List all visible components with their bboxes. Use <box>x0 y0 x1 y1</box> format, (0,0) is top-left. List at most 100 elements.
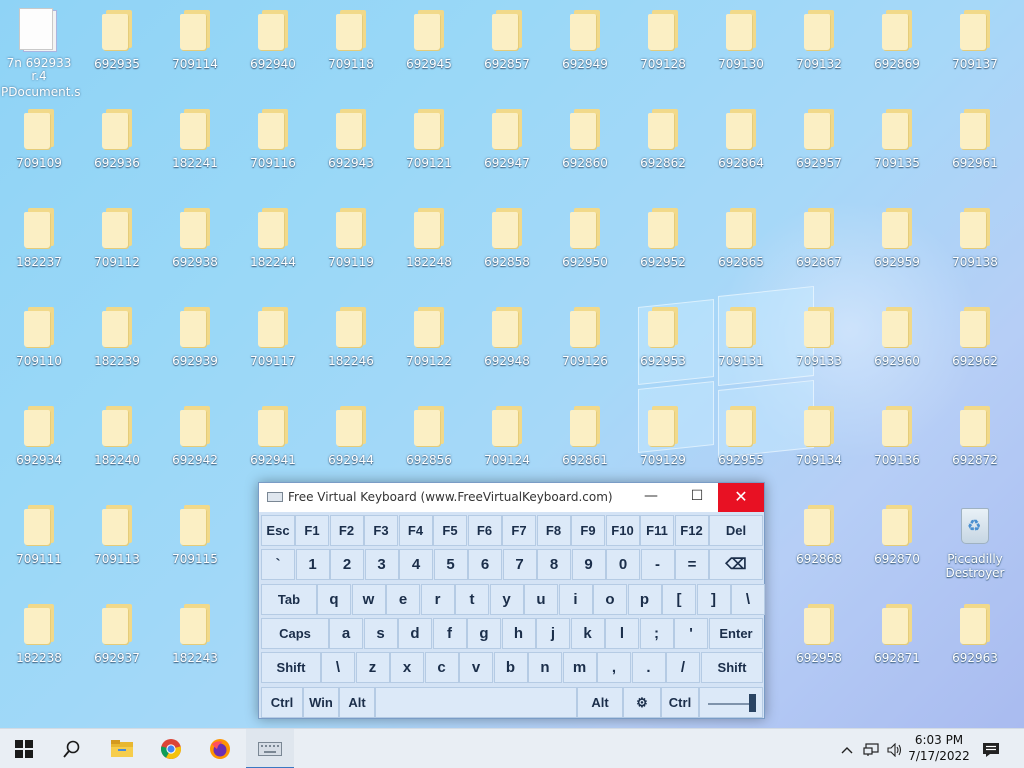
key-char[interactable]: x <box>390 652 424 683</box>
key-f10[interactable]: F10 <box>605 515 640 546</box>
key-f7[interactable]: F7 <box>502 515 536 546</box>
key-char[interactable]: b <box>493 652 528 683</box>
desktop-folder[interactable]: 182244 <box>235 198 311 290</box>
desktop-folder[interactable]: 709114 <box>157 0 233 92</box>
desktop-folder[interactable]: 709124 <box>469 396 545 488</box>
desktop-folder[interactable]: 692868 <box>781 495 857 587</box>
key-esc[interactable]: Esc <box>261 515 295 546</box>
opacity-slider[interactable] <box>699 687 763 718</box>
start-button[interactable] <box>0 729 48 768</box>
key-delete[interactable]: Del <box>709 515 763 546</box>
desktop-folder[interactable]: 692959 <box>859 198 935 290</box>
desktop-folder[interactable]: 692952 <box>625 198 701 290</box>
desktop-folder[interactable]: 709117 <box>235 297 311 389</box>
desktop-folder[interactable]: 709128 <box>625 0 701 92</box>
key-char[interactable]: i <box>558 584 593 615</box>
key-char[interactable]: g <box>467 618 501 649</box>
key-f6[interactable]: F6 <box>467 515 502 546</box>
key-caps-lock[interactable]: Caps <box>261 618 329 649</box>
desktop-folder[interactable]: 692937 <box>79 594 155 686</box>
desktop-folder[interactable]: 692938 <box>157 198 233 290</box>
firefox-button[interactable] <box>196 729 244 768</box>
key-char[interactable]: . <box>631 652 666 683</box>
key-f5[interactable]: F5 <box>433 515 467 546</box>
desktop-folder[interactable]: 692961 <box>937 99 1013 191</box>
desktop-folder[interactable]: 692862 <box>625 99 701 191</box>
clock[interactable]: 6:03 PM 7/17/2022 <box>903 732 975 764</box>
key-char[interactable]: d <box>398 618 432 649</box>
key-ctrl-left[interactable]: Ctrl <box>261 687 303 718</box>
network-button[interactable] <box>860 729 882 768</box>
desktop-folder[interactable]: 692947 <box>469 99 545 191</box>
minimize-button[interactable]: — <box>628 483 674 512</box>
key-win[interactable]: Win <box>303 687 339 718</box>
desktop-folder[interactable]: 692860 <box>547 99 623 191</box>
desktop-folder[interactable]: 709133 <box>781 297 857 389</box>
maximize-button[interactable]: ☐ <box>674 483 720 512</box>
desktop-folder[interactable]: 692872 <box>937 396 1013 488</box>
key-char[interactable]: j <box>536 618 570 649</box>
desktop-folder[interactable]: 709130 <box>703 0 779 92</box>
key-char[interactable]: 8 <box>537 549 571 580</box>
desktop-folder[interactable]: 709131 <box>703 297 779 389</box>
notification-center-button[interactable] <box>978 729 1004 768</box>
key-char[interactable]: 1 <box>295 549 330 580</box>
key-char[interactable]: 2 <box>330 549 364 580</box>
key-alt-left[interactable]: Alt <box>339 687 375 718</box>
key-space[interactable] <box>375 687 577 718</box>
key-char[interactable]: / <box>666 652 700 683</box>
desktop-folder[interactable]: 692934 <box>1 396 77 488</box>
key-char[interactable]: w <box>351 584 386 615</box>
virtual-keyboard-taskbar-button[interactable] <box>246 729 294 768</box>
desktop-folder[interactable]: 709138 <box>937 198 1013 290</box>
key-char[interactable]: ' <box>674 618 708 649</box>
desktop-folder[interactable]: 709115 <box>157 495 233 587</box>
key-char[interactable]: 0 <box>606 549 640 580</box>
key-char[interactable]: ; <box>639 618 674 649</box>
desktop-folder[interactable]: 692864 <box>703 99 779 191</box>
key-f3[interactable]: F3 <box>364 515 398 546</box>
desktop-folder[interactable]: 692871 <box>859 594 935 686</box>
key-f9[interactable]: F9 <box>571 515 605 546</box>
desktop-folder[interactable]: 692867 <box>781 198 857 290</box>
key-char[interactable]: \ <box>321 652 355 683</box>
desktop-folder[interactable]: 692944 <box>313 396 389 488</box>
desktop-folder[interactable]: 182240 <box>79 396 155 488</box>
desktop-folder[interactable]: 182248 <box>391 198 467 290</box>
desktop-folder[interactable]: 692943 <box>313 99 389 191</box>
chrome-button[interactable] <box>147 729 195 768</box>
keyboard-title-bar[interactable]: Free Virtual Keyboard (www.FreeVirtualKe… <box>259 483 764 512</box>
desktop-folder[interactable]: 692949 <box>547 0 623 92</box>
key-char[interactable]: p <box>627 584 662 615</box>
key-char[interactable]: = <box>675 549 709 580</box>
desktop-folder[interactable]: 709129 <box>625 396 701 488</box>
desktop-folder[interactable]: 692958 <box>781 594 857 686</box>
desktop-document[interactable]: 7n 692933 r.4 PDocument.s <box>1 4 80 99</box>
key-char[interactable]: s <box>363 618 398 649</box>
key-char[interactable]: 9 <box>571 549 606 580</box>
key-f12[interactable]: F12 <box>674 515 709 546</box>
desktop-folder[interactable]: 692963 <box>937 594 1013 686</box>
key-char[interactable]: \ <box>731 584 765 615</box>
desktop-folder[interactable]: 692962 <box>937 297 1013 389</box>
key-char[interactable]: [ <box>662 584 696 615</box>
key-char[interactable]: o <box>593 584 627 615</box>
desktop-folder[interactable]: 709113 <box>79 495 155 587</box>
desktop-folder[interactable]: 709110 <box>1 297 77 389</box>
desktop-folder[interactable]: 692865 <box>703 198 779 290</box>
file-explorer-button[interactable] <box>98 729 146 768</box>
desktop-folder[interactable]: 709112 <box>79 198 155 290</box>
desktop-folder[interactable]: 709122 <box>391 297 467 389</box>
desktop-folder[interactable]: 182237 <box>1 198 77 290</box>
key-char[interactable]: v <box>459 652 493 683</box>
desktop-folder[interactable]: 709119 <box>313 198 389 290</box>
search-button[interactable] <box>48 729 96 768</box>
desktop-folder[interactable]: 182241 <box>157 99 233 191</box>
key-char[interactable]: 6 <box>468 549 502 580</box>
desktop-folder[interactable]: 692955 <box>703 396 779 488</box>
key-char[interactable]: a <box>329 618 363 649</box>
desktop-folder[interactable]: 692870 <box>859 495 935 587</box>
key-shift-right[interactable]: Shift <box>701 652 763 683</box>
key-char[interactable]: r <box>420 584 455 615</box>
key-char[interactable]: c <box>424 652 459 683</box>
